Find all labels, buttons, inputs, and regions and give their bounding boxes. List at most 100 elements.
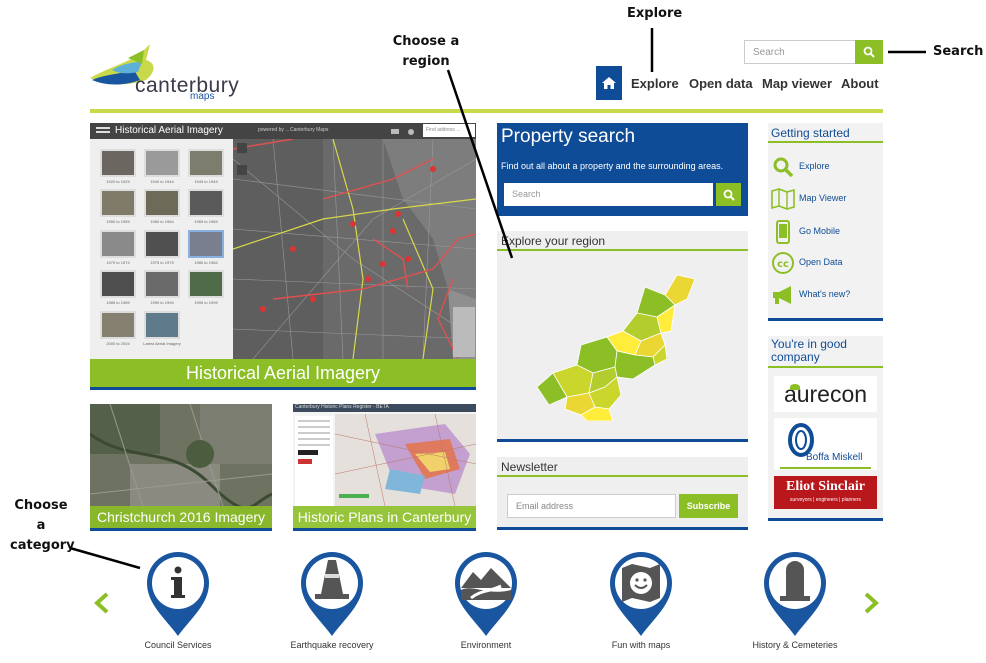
map-icon <box>771 188 795 210</box>
section-rule <box>497 249 748 251</box>
thumbnail <box>100 311 136 339</box>
category-earthquake-recovery[interactable] <box>299 550 365 638</box>
nav-explore[interactable]: Explore <box>631 76 679 91</box>
plans-side-panel <box>295 416 333 506</box>
canterbury-region-map[interactable] <box>537 275 697 421</box>
getting-started-title: Getting started <box>771 126 850 140</box>
category-label[interactable]: Earthquake recovery <box>262 640 402 650</box>
getting-started-panel: Getting started Explore Map Viewer Go Mo… <box>768 123 883 319</box>
category-label[interactable]: Environment <box>416 640 556 650</box>
property-search-input[interactable]: Search <box>504 183 713 206</box>
card-underline <box>293 528 476 531</box>
thumbnail-caption: 1995 to 1999 <box>194 300 218 305</box>
category-history-cemeteries[interactable] <box>762 550 828 638</box>
paw-icon <box>408 129 414 135</box>
getting-started-map-viewer[interactable]: Map Viewer <box>771 187 881 211</box>
thumbnail-caption: 1985 to 1989 <box>106 300 130 305</box>
thumbnail-caption: 1960 to 1964 <box>150 219 174 224</box>
thumbnail-caption: 2000 to 2004 <box>106 341 130 346</box>
plans-map <box>335 414 476 506</box>
thumbnail-caption: 1975 to 1979 <box>150 260 174 265</box>
search-icon <box>723 189 735 201</box>
thumbnail <box>144 311 180 339</box>
newsletter-title: Newsletter <box>501 460 558 474</box>
annotation-search: Search <box>933 44 984 59</box>
category-environment[interactable] <box>453 550 519 638</box>
hero-window-title: Historical Aerial Imagery <box>115 125 223 136</box>
menu-icon <box>96 127 110 133</box>
category-council-services[interactable] <box>145 550 211 638</box>
partners-underline <box>768 518 883 521</box>
partners-panel: You're in good company aurecon Boffa Mis… <box>768 336 883 518</box>
getting-started-go-mobile[interactable]: Go Mobile <box>771 220 881 244</box>
boffa-miskell-wordmark: Boffa Miskell <box>806 452 863 463</box>
header-search-button[interactable] <box>855 40 883 64</box>
hero-thumbnail-panel: 1920 to 1929 1940 to 1944 1945 to 1949 1… <box>90 139 233 359</box>
header-divider <box>90 109 883 113</box>
svg-text:cc: cc <box>777 259 789 270</box>
section-rule <box>768 141 883 143</box>
hero-window-bar: Historical Aerial Imagery powered by ...… <box>90 123 476 139</box>
logo-wordmark: canterbury <box>135 74 240 97</box>
getting-started-explore[interactable]: Explore <box>771 155 881 179</box>
getting-started-label: Go Mobile <box>799 226 841 236</box>
category-fun-with-maps[interactable] <box>608 550 674 638</box>
newsletter-panel: Newsletter Email address Subscribe <box>497 457 748 527</box>
getting-started-label: Explore <box>799 161 830 171</box>
nav-open-data[interactable]: Open data <box>689 76 753 91</box>
getting-started-underline <box>768 318 883 321</box>
search-icon <box>863 46 875 58</box>
hero-caption[interactable]: Historical Aerial Imagery <box>90 359 476 387</box>
thumbnail <box>188 230 224 258</box>
getting-started-whats-new[interactable]: What's new? <box>771 283 881 307</box>
logo-subtitle: maps <box>190 91 215 102</box>
subscribe-button[interactable]: Subscribe <box>679 494 738 518</box>
historic-plans-tile[interactable]: Canterbury Historic Plans Register - BET… <box>293 404 476 528</box>
magnifier-icon <box>773 157 794 178</box>
nav-about[interactable]: About <box>841 76 879 91</box>
eliot-sinclair-tagline: surveyors | engineers | planners <box>790 497 861 503</box>
thumbnail-caption: 1965 to 1969 <box>194 219 218 224</box>
partners-title: You're in good company <box>771 337 847 364</box>
nav-home-button[interactable] <box>596 66 622 100</box>
thumbnail-caption: 1945 to 1949 <box>194 179 218 184</box>
header-search-input[interactable]: Search <box>744 40 856 64</box>
plans-window-title: Canterbury Historic Plans Register - BET… <box>295 404 389 410</box>
thumbnail-caption: Latest Aerial Imagery <box>143 341 181 346</box>
megaphone-icon <box>773 286 791 304</box>
property-search-subtitle: Find out all about a property and the su… <box>501 161 724 171</box>
thumbnail <box>100 230 136 258</box>
getting-started-open-data[interactable]: cc Open Data <box>771 251 881 275</box>
card-caption: Historic Plans in Canterbury <box>293 506 476 528</box>
annotation-category: Choose a category <box>10 498 75 553</box>
home-icon <box>602 77 616 89</box>
thumbnail-caption: 1940 to 1944 <box>150 179 174 184</box>
thumbnail <box>144 230 180 258</box>
nav-map-viewer[interactable]: Map viewer <box>762 76 832 91</box>
newsletter-email-input[interactable]: Email address <box>507 494 676 518</box>
category-label[interactable]: History & Cemeteries <box>725 640 865 650</box>
thumbnail-caption: 1990 to 1994 <box>150 300 174 305</box>
aurecon-logo[interactable]: aurecon <box>774 376 877 412</box>
christchurch-imagery-tile[interactable]: Christchurch 2016 Imagery <box>90 404 272 528</box>
eliot-sinclair-logo[interactable]: Eliot Sinclair surveyors | engineers | p… <box>774 476 877 509</box>
thumbnail-caption: 1980 to 1984 <box>194 260 218 265</box>
card-underline <box>90 528 272 531</box>
smiley-map-icon <box>622 564 660 602</box>
thumbnail <box>144 149 180 177</box>
category-label[interactable]: Fun with maps <box>571 640 711 650</box>
property-search-title: Property search <box>501 126 636 147</box>
property-search-button[interactable] <box>716 183 741 206</box>
explore-region-title: Explore your region <box>501 234 606 248</box>
category-label[interactable]: Council Services <box>108 640 248 650</box>
getting-started-label: Map Viewer <box>799 193 847 203</box>
historical-aerial-imagery-tile[interactable]: Historical Aerial Imagery powered by ...… <box>90 123 476 359</box>
thumbnail <box>144 270 180 298</box>
carousel-prev-arrow[interactable] <box>92 592 110 614</box>
thumbnail <box>100 270 136 298</box>
getting-started-label: Open Data <box>799 257 843 267</box>
hero-find-address-input: Find address ... <box>423 124 475 137</box>
boffa-miskell-logo[interactable]: Boffa Miskell <box>774 418 877 470</box>
carousel-next-arrow[interactable] <box>863 592 881 614</box>
page: canterbury maps Search Explore Open data… <box>0 0 986 663</box>
